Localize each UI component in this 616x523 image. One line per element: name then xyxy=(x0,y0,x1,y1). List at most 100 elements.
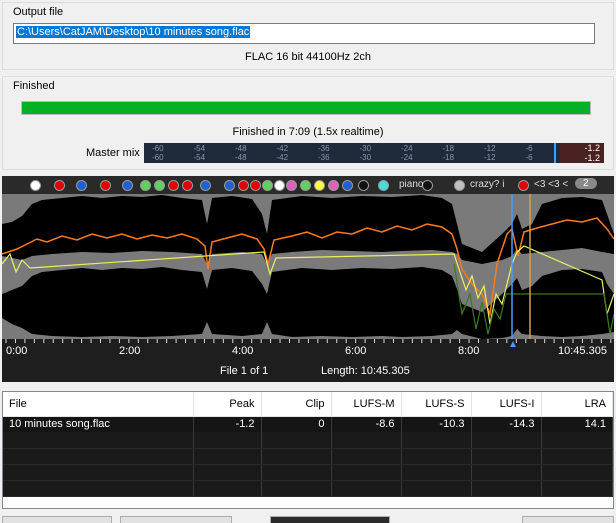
marker-dot[interactable] xyxy=(168,180,179,191)
tick-2: 2:00 xyxy=(119,345,141,357)
cell-lufs-m: -8.6 xyxy=(331,416,402,432)
output-file-group: Output file C:\Users\CatJAM\Desktop\10 m… xyxy=(2,2,614,70)
table-row[interactable]: 10 minutes song.flac -1.2 0 -8.6 -10.3 -… xyxy=(3,416,613,432)
file-count: File 1 of 1 xyxy=(220,365,269,377)
timeline-ruler[interactable]: 0:00 2:00 4:00 6:00 8:00 10:45.305 ▲ xyxy=(2,339,614,361)
output-path-field[interactable]: C:\Users\CatJAM\Desktop\10 minutes song.… xyxy=(13,23,595,44)
marker-dot[interactable] xyxy=(314,180,325,191)
file-info-bar: File 1 of 1 Length: 10:45.305 xyxy=(2,361,614,382)
marker-bar[interactable]: piano crazy? i <3 <3 < 2 xyxy=(2,176,614,194)
meter-scale-label: -18 xyxy=(442,144,455,153)
bottom-button-3[interactable] xyxy=(522,516,614,523)
tick-8: 8:00 xyxy=(458,345,480,357)
waveform-display[interactable] xyxy=(2,194,614,339)
cell-lra: 14.1 xyxy=(541,416,613,432)
marker-dot[interactable] xyxy=(342,180,353,191)
tick-6: 6:00 xyxy=(345,345,367,357)
tick-4: 4:00 xyxy=(232,345,254,357)
bottom-button-2[interactable] xyxy=(120,516,232,523)
empty-row xyxy=(3,448,613,465)
col-clip[interactable]: Clip xyxy=(261,392,332,417)
marker-dot[interactable] xyxy=(328,180,339,191)
marker-label-crazy[interactable]: crazy? i xyxy=(470,179,504,190)
waveform-panel: piano crazy? i <3 <3 < 2 0:00 2:00 4:00 … xyxy=(2,176,614,382)
marker-dot[interactable] xyxy=(454,180,465,191)
bottom-button-1[interactable] xyxy=(2,516,112,523)
marker-dot[interactable] xyxy=(100,180,111,191)
marker-dot[interactable] xyxy=(518,180,529,191)
marker-dot[interactable] xyxy=(182,180,193,191)
marker-dot[interactable] xyxy=(122,180,133,191)
finished-text: Finished in 7:09 (1.5x realtime) xyxy=(232,126,384,138)
marker-dot[interactable] xyxy=(140,180,151,191)
marker-label-hearts[interactable]: <3 <3 < xyxy=(534,179,568,190)
col-file[interactable]: File xyxy=(3,392,194,417)
transport-buttons[interactable] xyxy=(270,516,390,523)
cell-lufs-i: -14.3 xyxy=(471,416,542,432)
format-info: FLAC 16 bit 44100Hz 2ch xyxy=(245,51,371,63)
marker-dot[interactable] xyxy=(54,180,65,191)
meter-scale-label: -24 xyxy=(401,153,413,162)
cell-clip: 0 xyxy=(261,416,332,432)
meter-scale-label: -18 xyxy=(442,153,455,162)
marker-dot[interactable] xyxy=(200,180,211,191)
output-path-text: C:\Users\CatJAM\Desktop\10 minutes song.… xyxy=(16,26,251,38)
col-lufs-m[interactable]: LUFS-M xyxy=(331,392,402,417)
marker-dot[interactable] xyxy=(154,180,165,191)
cell-lufs-s: -10.3 xyxy=(401,416,472,432)
timeline-ticks xyxy=(5,339,612,343)
marker-counter[interactable]: 2 xyxy=(575,178,597,189)
empty-row xyxy=(3,464,613,481)
meter-scale-label: -48 xyxy=(235,144,247,153)
marker-label-piano[interactable]: piano xyxy=(399,179,423,190)
meter-scale-label: -6 xyxy=(525,144,533,153)
meter-scale-label: -24 xyxy=(401,144,413,153)
marker-dot[interactable] xyxy=(262,180,273,191)
progress-fill xyxy=(22,102,590,114)
status-title: Finished xyxy=(13,80,55,92)
master-mix-label: Master mix xyxy=(86,147,140,159)
marker-dot[interactable] xyxy=(238,180,249,191)
meter-cursor xyxy=(554,143,556,163)
peak-right: -1.2 xyxy=(584,153,600,163)
marker-dot[interactable] xyxy=(250,180,261,191)
meter-scale-label: -12 xyxy=(484,144,496,153)
col-lra[interactable]: LRA xyxy=(541,392,613,417)
meter-scale-label: -30 xyxy=(359,144,372,153)
file-length: Length: 10:45.305 xyxy=(321,365,410,377)
empty-row xyxy=(3,432,613,449)
empty-row xyxy=(3,480,613,497)
meter-scale-label: -54 xyxy=(193,153,206,162)
meter-scale-label: -42 xyxy=(276,153,289,162)
marker-dot[interactable] xyxy=(358,180,369,191)
marker-dot[interactable] xyxy=(300,180,311,191)
marker-dot[interactable] xyxy=(422,180,433,191)
col-lufs-i[interactable]: LUFS-I xyxy=(471,392,542,417)
results-header: File Peak Clip LUFS-M LUFS-S LUFS-I LRA xyxy=(3,392,613,417)
col-peak[interactable]: Peak xyxy=(193,392,262,417)
meter-scale-bottom: -60 -54 -48 -42 -36 -30 -24 -18 -12 -6 xyxy=(144,153,556,163)
meter-scale-label: -6 xyxy=(525,153,533,162)
meter-scale-label: -54 xyxy=(193,144,206,153)
marker-dot[interactable] xyxy=(224,180,235,191)
playhead-marker-icon[interactable]: ▲ xyxy=(508,339,518,350)
master-mix-meter: -60 -54 -48 -42 -36 -30 -24 -18 -12 -6 -60 -54 -48-… xyxy=(144,143,604,163)
results-table[interactable]: File Peak Clip LUFS-M LUFS-S LUFS-I LRA … xyxy=(2,391,614,509)
marker-dot[interactable] xyxy=(286,180,297,191)
meter-scale-label: -12 xyxy=(484,153,496,162)
col-lufs-s[interactable]: LUFS-S xyxy=(401,392,472,417)
cell-file: 10 minutes song.flac xyxy=(3,416,194,432)
marker-dot[interactable] xyxy=(274,180,285,191)
meter-scale-label: -36 xyxy=(318,144,330,153)
progress-bar xyxy=(21,101,591,115)
tick-end: 10:45.305 xyxy=(558,345,607,357)
meter-scale-label: -60 xyxy=(152,144,164,153)
marker-dot[interactable] xyxy=(30,180,41,191)
marker-dot[interactable] xyxy=(378,180,389,191)
meter-scale-label: -42 xyxy=(276,144,289,153)
output-file-title: Output file xyxy=(13,6,64,18)
peak-left: -1.2 xyxy=(584,143,600,153)
marker-dot[interactable] xyxy=(76,180,87,191)
tick-0: 0:00 xyxy=(6,345,28,357)
waveform-graphic xyxy=(2,194,614,339)
